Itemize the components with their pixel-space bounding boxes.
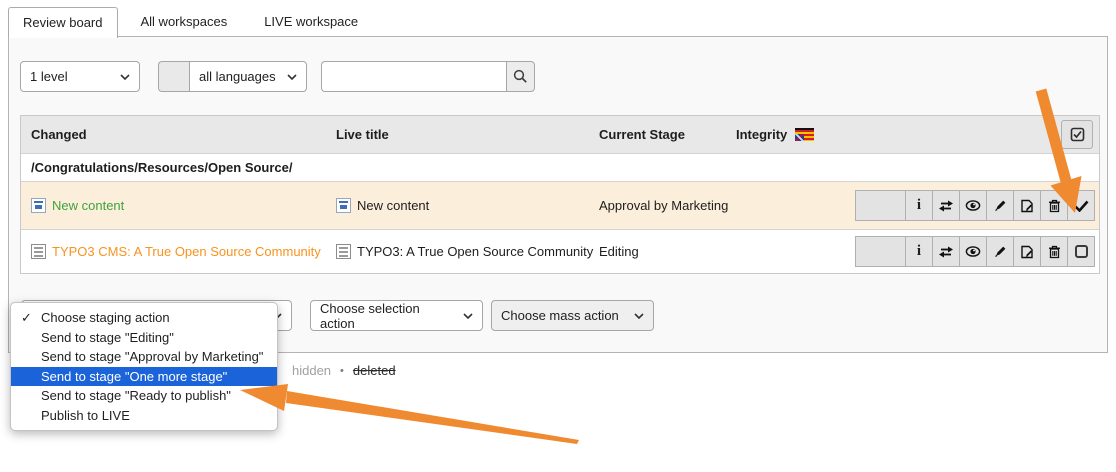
header-changed: Changed [21, 127, 336, 142]
info-button[interactable]: i [905, 236, 933, 267]
depth-select[interactable]: 1 level [20, 61, 140, 92]
eye-icon [965, 200, 981, 211]
edit-button[interactable] [986, 190, 1014, 221]
select-all-button[interactable] [1061, 120, 1093, 149]
legend: hidden • deleted [292, 363, 396, 378]
arrow-to-menu-item [240, 384, 579, 444]
tab-bar: Review board All workspaces LIVE workspa… [8, 7, 372, 38]
table-header-row: Changed Live title Current Stage Integri… [21, 116, 1099, 153]
menu-item-publish-to-live[interactable]: Publish to LIVE [11, 406, 277, 426]
staging-action-menu: ✓ Choose staging action Send to stage "E… [10, 302, 278, 431]
live-title: TYPO3: A True Open Source Community [357, 244, 593, 259]
info-icon: i [917, 197, 921, 214]
header-integrity: Integrity [736, 127, 1061, 142]
page-edit-icon [1020, 245, 1034, 259]
menu-item-send-editing[interactable]: Send to stage "Editing" [11, 328, 277, 348]
menu-item-label: Choose staging action [41, 310, 170, 325]
action-spacer [855, 236, 906, 267]
row-checkbox-checked[interactable] [1067, 190, 1095, 221]
edit-button[interactable] [986, 236, 1014, 267]
delete-button[interactable] [1040, 236, 1068, 267]
language-select-value: all languages [199, 69, 276, 84]
row-action-buttons: i [855, 236, 1095, 267]
menu-item-send-one-more-stage[interactable]: Send to stage "One more stage" [11, 367, 277, 387]
chevron-down-icon [287, 74, 297, 80]
search-button[interactable] [506, 61, 535, 92]
row-action-buttons: i [855, 190, 1095, 221]
language-filter: all languages [158, 61, 307, 92]
chevron-down-icon [463, 313, 473, 319]
changed-title[interactable]: TYPO3 CMS: A True Open Source Community [52, 244, 321, 259]
current-stage: Editing [599, 244, 736, 259]
action-spacer [855, 190, 906, 221]
chevron-down-icon [634, 313, 644, 319]
content-element-icon [31, 198, 46, 213]
mass-action-value: Choose mass action [501, 308, 619, 323]
language-select[interactable]: all languages [189, 61, 307, 92]
tab-live-workspace[interactable]: LIVE workspace [250, 7, 372, 38]
pencil-icon [993, 245, 1007, 259]
text-element-icon [31, 244, 46, 259]
menu-item-label: Send to stage "One more stage" [41, 369, 227, 384]
content-element-icon [336, 198, 351, 213]
row-checkbox-unchecked[interactable] [1067, 236, 1095, 267]
mass-action-select[interactable]: Choose mass action [491, 300, 654, 331]
legend-hidden: hidden [292, 363, 331, 378]
table-row[interactable]: New content New content Approval by Mark… [21, 181, 1099, 229]
legend-separator: • [340, 365, 344, 377]
checkbox-empty-icon [1075, 245, 1088, 258]
current-stage: Approval by Marketing [599, 198, 736, 213]
menu-item-send-ready-to-publish[interactable]: Send to stage "Ready to publish" [11, 386, 277, 406]
header-integrity-label: Integrity [736, 127, 787, 142]
selected-check-icon: ✓ [21, 309, 32, 327]
text-element-icon [336, 244, 351, 259]
search-input[interactable] [321, 61, 506, 92]
pencil-icon [993, 199, 1007, 213]
menu-item-label: Publish to LIVE [41, 408, 130, 423]
search-icon [513, 69, 528, 84]
send-to-stage-button[interactable] [932, 236, 960, 267]
menu-item-label: Send to stage "Editing" [41, 330, 174, 345]
live-title: New content [357, 198, 429, 213]
language-flag-box [158, 61, 189, 92]
search-bar [321, 61, 535, 92]
send-to-stage-button[interactable] [932, 190, 960, 221]
tab-all-workspaces[interactable]: All workspaces [127, 7, 242, 38]
swap-arrows-icon [938, 246, 954, 258]
delete-button[interactable] [1040, 190, 1068, 221]
table-row[interactable]: TYPO3 CMS: A True Open Source Community … [21, 229, 1099, 273]
selection-action-select[interactable]: Choose selection action [310, 300, 483, 331]
page-edit-icon [1020, 199, 1034, 213]
swap-arrows-icon [938, 200, 954, 212]
header-current-stage: Current Stage [599, 127, 736, 142]
eye-icon [965, 246, 981, 257]
trash-icon [1048, 199, 1061, 213]
selection-action-value: Choose selection action [320, 301, 453, 331]
checkbox-checked-icon [1070, 127, 1085, 142]
menu-item-label: Send to stage "Ready to publish" [41, 388, 231, 403]
depth-select-value: 1 level [30, 69, 68, 84]
workspace-module: Review board All workspaces LIVE workspa… [0, 0, 1116, 472]
tab-review-board[interactable]: Review board [8, 7, 118, 38]
languages-flags-icon [795, 128, 814, 141]
edit-record-button[interactable] [1013, 190, 1041, 221]
menu-item-choose-staging-action[interactable]: ✓ Choose staging action [11, 308, 277, 328]
workspace-table: Changed Live title Current Stage Integri… [20, 115, 1100, 274]
menu-item-label: Send to stage "Approval by Marketing" [41, 349, 263, 364]
preview-button[interactable] [959, 236, 987, 267]
page-path: /Congratulations/Resources/Open Source/ [21, 153, 1099, 181]
info-button[interactable]: i [905, 190, 933, 221]
edit-record-button[interactable] [1013, 236, 1041, 267]
preview-button[interactable] [959, 190, 987, 221]
header-live-title: Live title [336, 127, 599, 142]
changed-title[interactable]: New content [52, 198, 124, 213]
trash-icon [1048, 245, 1061, 259]
legend-deleted: deleted [353, 363, 396, 378]
check-icon [1074, 200, 1089, 212]
info-icon: i [917, 243, 921, 260]
chevron-down-icon [120, 74, 130, 80]
menu-item-send-approval-marketing[interactable]: Send to stage "Approval by Marketing" [11, 347, 277, 367]
